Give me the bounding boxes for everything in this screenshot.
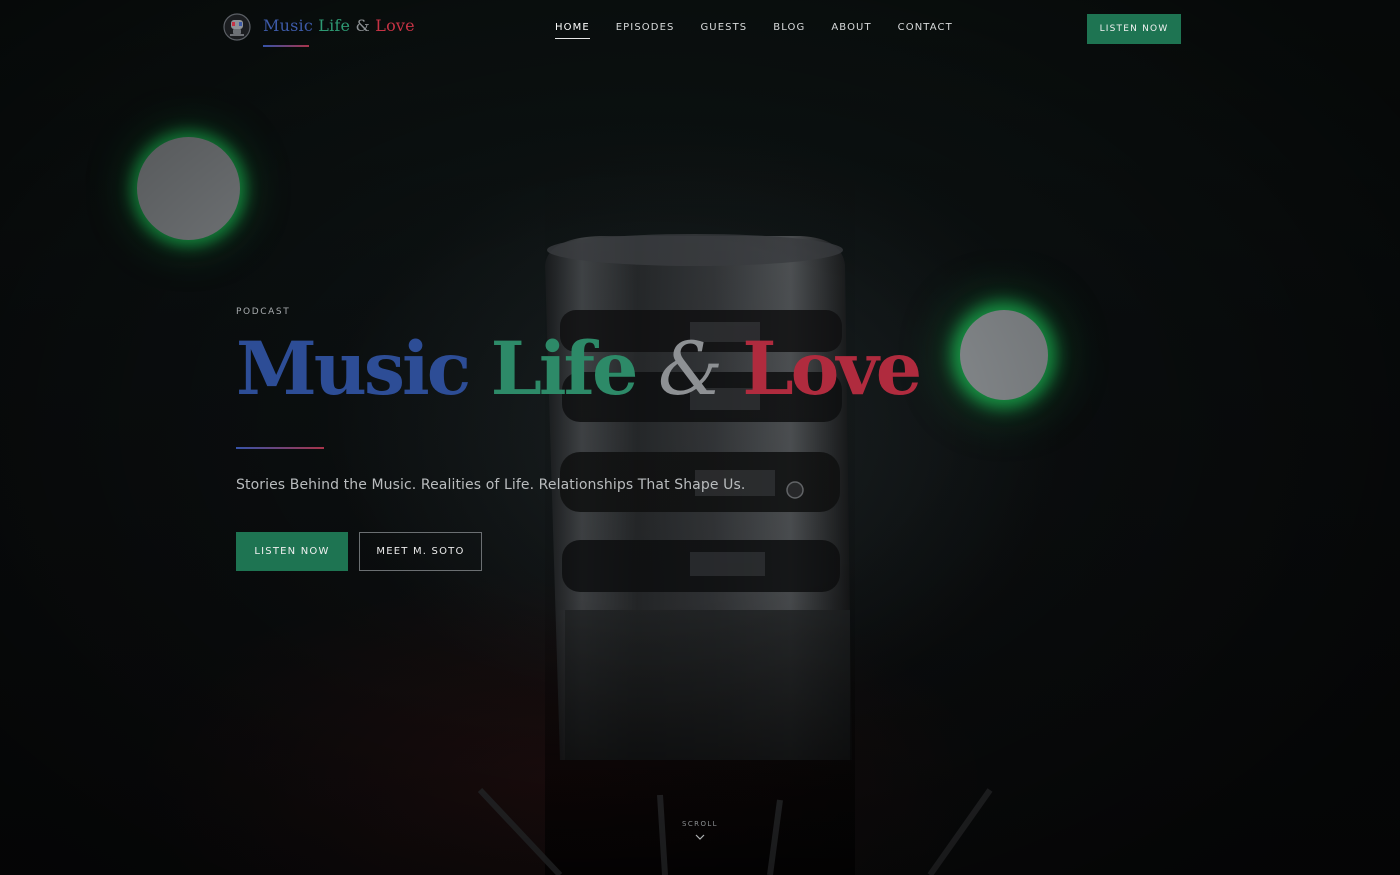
brand-word-love: Love [375,15,415,35]
hero-divider [236,447,324,449]
title-ampersand: & [657,327,723,412]
hero-title: Music Life & Love [236,326,922,412]
listen-now-button[interactable]: LISTEN NOW [236,532,348,571]
nav-about[interactable]: ABOUT [831,22,871,39]
title-word-music: Music [236,326,471,412]
hero-tagline: Stories Behind the Music. Realities of L… [236,477,746,493]
nav-episodes[interactable]: EPISODES [616,22,675,39]
chevron-down-icon [695,834,705,840]
nav-blog[interactable]: BLOG [773,22,805,39]
site-header: Music Life & Love HOME EPISODES GUESTS B… [0,0,1400,60]
nav-contact[interactable]: CONTACT [898,22,953,39]
brand-word-ampersand: & [355,15,370,35]
vignette-overlay [0,0,1400,875]
brand-logo[interactable]: Music Life & Love [222,12,415,42]
brand-word-music: Music [263,15,313,35]
main-nav: HOME EPISODES GUESTS BLOG ABOUT CONTACT [555,22,979,39]
microphone-emblem-icon [223,13,251,41]
brand-word-life: Life [318,15,351,35]
title-word-love: Love [742,326,922,412]
meet-host-button[interactable]: MEET M. SOTO [359,532,482,571]
hero-background [0,0,1400,875]
scroll-label: SCROLL [682,820,718,828]
nav-guests[interactable]: GUESTS [700,22,747,39]
hero-eyebrow: PODCAST [236,307,291,317]
scroll-indicator[interactable]: SCROLL [670,820,730,841]
brand-underline [263,45,309,47]
header-listen-now-button[interactable]: LISTEN NOW [1087,14,1181,44]
brand-name: Music Life & Love [263,16,415,35]
nav-home[interactable]: HOME [555,22,590,39]
title-word-life: Life [490,326,639,412]
